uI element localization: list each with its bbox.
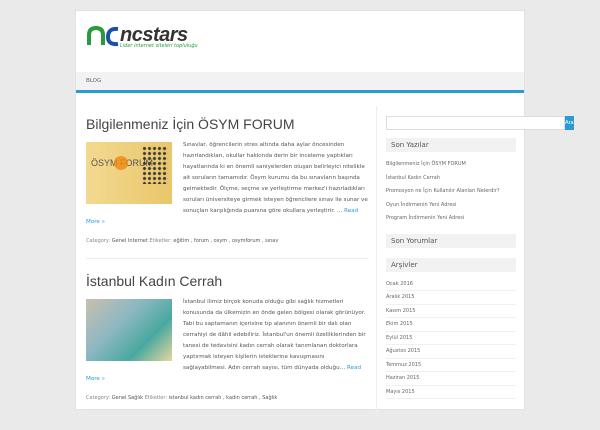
- list-item[interactable]: Ağustos 2015: [386, 345, 516, 359]
- list-item[interactable]: Oyun İndirmenin Yeni Adresi: [386, 199, 516, 213]
- archives-list: Ocak 2016 Aralık 2015 Kasım 2015 Ekim 20…: [386, 278, 516, 399]
- site-header: ncstars Lider internet siteleri topluluğ…: [76, 11, 524, 72]
- post: İstanbul Kadın Cerrah İstanbul ilimiz bi…: [86, 273, 369, 416]
- list-item[interactable]: Promosyon ne İçin Kullanılır Alanları Ne…: [386, 185, 516, 199]
- list-item[interactable]: Mayıs 2015: [386, 386, 516, 399]
- main-content: Bilgilenmeniz İçin ÖSYM FORUM ÖSYM FORUM…: [86, 116, 369, 430]
- recent-posts-list: Bilgilenmeniz İçin ÖSYM FORUM İstanbul K…: [386, 158, 516, 226]
- site-logo[interactable]: ncstars Lider internet siteleri topluluğ…: [86, 25, 198, 49]
- post-excerpt: Sınavlar, öğrencilerin stres altında dah…: [183, 142, 368, 214]
- list-item[interactable]: Program İndirmenin Yeni Adresi: [386, 212, 516, 226]
- list-item[interactable]: Ocak 2016: [386, 278, 516, 291]
- sidebar: Ara Son Yazılar Bilgilenmeniz İçin ÖSYM …: [386, 116, 574, 407]
- main-nav: BLOG: [76, 72, 524, 93]
- logo-mark-icon: [87, 25, 119, 47]
- list-item[interactable]: Temmuz 2015: [386, 359, 516, 372]
- list-item[interactable]: Kasım 2015: [386, 305, 516, 318]
- post-thumbnail[interactable]: [86, 299, 172, 361]
- post-title[interactable]: Bilgilenmeniz İçin ÖSYM FORUM: [86, 116, 369, 132]
- page-container: ncstars Lider internet siteleri topluluğ…: [75, 10, 574, 416]
- post-title[interactable]: İstanbul Kadın Cerrah: [86, 273, 369, 289]
- post-categories[interactable]: Genel Internet: [112, 238, 148, 244]
- post-thumbnail[interactable]: ÖSYM FORUM: [86, 142, 172, 204]
- search-button[interactable]: Ara: [565, 116, 574, 130]
- list-item[interactable]: Haziran 2015: [386, 372, 516, 386]
- widget-title: Arşivler: [386, 257, 516, 272]
- search-input[interactable]: [386, 116, 565, 130]
- post: Bilgilenmeniz İçin ÖSYM FORUM ÖSYM FORUM…: [86, 116, 369, 259]
- post-categories[interactable]: Genel Sağlık: [112, 395, 143, 401]
- post-tags[interactable]: eğitim , forum , osym , osymforum , sına…: [173, 238, 278, 244]
- post-meta: Category: Genel Sağlık Etiketler: istanb…: [86, 395, 278, 401]
- nav-item-blog[interactable]: BLOG: [86, 78, 101, 84]
- list-item[interactable]: Aralık 2015: [386, 291, 516, 305]
- list-item[interactable]: Bilgilenmeniz İçin ÖSYM FORUM: [386, 158, 516, 172]
- list-item[interactable]: Ekim 2015: [386, 318, 516, 332]
- post-meta: Category: Genel Internet Etiketler: eğit…: [86, 238, 279, 244]
- search-form: Ara: [386, 116, 574, 130]
- list-item[interactable]: İstanbul Kadın Cerrah: [386, 172, 516, 186]
- post-tags[interactable]: istanbul kadın cerrah , kadın cerrah , S…: [169, 395, 278, 401]
- column-divider: [376, 106, 377, 416]
- post-excerpt: İstanbul ilimiz birçok konuda olduğu gib…: [183, 299, 366, 371]
- widget-title: Son Yorumlar: [386, 233, 516, 248]
- list-item[interactable]: Eylül 2015: [386, 332, 516, 345]
- widget-title: Son Yazılar: [386, 138, 516, 152]
